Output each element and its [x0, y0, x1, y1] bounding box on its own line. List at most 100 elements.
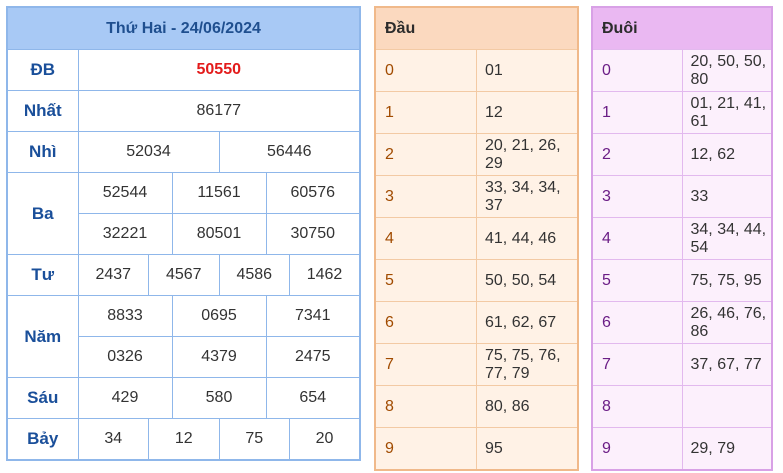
dau-row: 2 20, 21, 26, 29: [374, 133, 579, 176]
prize-value: 429: [77, 377, 173, 419]
prize-value: 4586: [218, 254, 290, 296]
duoi-row: 6 26, 46, 76, 86: [591, 301, 773, 344]
dau-row: 3 33, 34, 34, 37: [374, 175, 579, 218]
prize-label-sau: Sáu: [6, 377, 79, 419]
prize-value: 0695: [171, 295, 267, 337]
prize-row-db: ĐB 50550: [6, 49, 361, 91]
dau-key: 5: [374, 259, 477, 302]
duoi-key: 4: [591, 217, 683, 260]
prize-value: 30750: [265, 213, 361, 255]
prize-label-nhi: Nhì: [6, 131, 79, 173]
prize-value: 4567: [148, 254, 220, 296]
dau-row: 9 95: [374, 427, 579, 471]
results-title: Thứ Hai - 24/06/2024: [6, 6, 361, 50]
prize-row-tu: Tư 2437 4567 4586 1462: [6, 254, 361, 296]
duoi-values: 34, 34, 44, 54: [681, 217, 773, 260]
prize-value: 32221: [77, 213, 173, 255]
dau-values: 41, 44, 46: [476, 217, 579, 260]
duoi-key: 9: [591, 427, 683, 471]
prize-value: 80501: [171, 213, 267, 255]
duoi-row: 2 12, 62: [591, 133, 773, 176]
dau-values: 80, 86: [476, 385, 579, 428]
prize-label-tu: Tư: [6, 254, 79, 296]
prize-row-nam: Năm 8833 0695 7341: [6, 295, 361, 378]
duoi-values: 33: [681, 175, 773, 218]
duoi-values: 12, 62: [681, 133, 773, 176]
prize-row-sau: Sáu 429 580 654: [6, 377, 361, 419]
dau-table: Đầu 0 01 1 12 2 20, 21, 26, 29 3 33, 34, 34,…: [374, 6, 579, 471]
prize-value: 7341: [265, 295, 361, 337]
duoi-row: 5 75, 75, 95: [591, 259, 773, 302]
dau-row: 5 50, 50, 54: [374, 259, 579, 302]
prize-value: 11561: [171, 172, 267, 214]
dau-row: 0 01: [374, 49, 579, 92]
prize-value: 50550: [77, 49, 361, 91]
duoi-values: [681, 385, 773, 428]
results-table: Thứ Hai - 24/06/2024 ĐB 50550 Nhất 86177…: [6, 6, 361, 461]
prize-value: 20: [289, 418, 361, 460]
prize-value: 1462: [289, 254, 361, 296]
duoi-key: 6: [591, 301, 683, 344]
dau-row: 6 61, 62, 67: [374, 301, 579, 344]
prize-value: 52544: [77, 172, 173, 214]
dau-key: 0: [374, 49, 477, 92]
prize-value: 2475: [265, 336, 361, 378]
duoi-key: 1: [591, 91, 683, 134]
prize-value: 34: [77, 418, 149, 460]
prize-label-db: ĐB: [6, 49, 79, 91]
prize-value: 60576: [265, 172, 361, 214]
duoi-header: Đuôi: [591, 6, 773, 50]
dau-values: 75, 75, 76, 77, 79: [476, 343, 579, 386]
prize-label-nhat: Nhất: [6, 90, 79, 132]
prize-value: 654: [265, 377, 361, 419]
prize-value: 4379: [171, 336, 267, 378]
dau-header: Đầu: [374, 6, 579, 50]
dau-values: 12: [476, 91, 579, 134]
prize-value: 86177: [77, 90, 361, 132]
prize-value: 75: [218, 418, 290, 460]
duoi-row: 8: [591, 385, 773, 428]
duoi-row: 7 37, 67, 77: [591, 343, 773, 386]
prize-row-bay: Bảy 34 12 75 20: [6, 418, 361, 460]
prize-value: 8833: [77, 295, 173, 337]
dau-row: 8 80, 86: [374, 385, 579, 428]
prize-row-nhi: Nhì 52034 56446: [6, 131, 361, 173]
prize-value: 580: [171, 377, 267, 419]
dau-key: 8: [374, 385, 477, 428]
dau-key: 1: [374, 91, 477, 134]
dau-row: 4 41, 44, 46: [374, 217, 579, 260]
duoi-values: 29, 79: [681, 427, 773, 471]
duoi-key: 3: [591, 175, 683, 218]
prize-label-nam: Năm: [6, 295, 79, 378]
duoi-row: 0 20, 50, 50, 80: [591, 49, 773, 92]
dau-values: 01: [476, 49, 579, 92]
prize-label-ba: Ba: [6, 172, 79, 255]
duoi-key: 8: [591, 385, 683, 428]
prize-value: 12: [148, 418, 220, 460]
duoi-key: 0: [591, 49, 683, 92]
duoi-table: Đuôi 0 20, 50, 50, 80 1 01, 21, 41, 61 2 12…: [591, 6, 773, 471]
prize-value: 52034: [77, 131, 220, 173]
dau-values: 20, 21, 26, 29: [476, 133, 579, 176]
dau-key: 4: [374, 217, 477, 260]
prize-row-nhat: Nhất 86177: [6, 90, 361, 132]
duoi-row: 1 01, 21, 41, 61: [591, 91, 773, 134]
duoi-key: 5: [591, 259, 683, 302]
duoi-row: 4 34, 34, 44, 54: [591, 217, 773, 260]
duoi-key: 7: [591, 343, 683, 386]
duoi-values: 75, 75, 95: [681, 259, 773, 302]
dau-values: 50, 50, 54: [476, 259, 579, 302]
duoi-values: 20, 50, 50, 80: [681, 49, 773, 92]
dau-key: 2: [374, 133, 477, 176]
dau-key: 9: [374, 427, 477, 471]
dau-key: 6: [374, 301, 477, 344]
prize-value: 0326: [77, 336, 173, 378]
dau-row: 1 12: [374, 91, 579, 134]
dau-values: 33, 34, 34, 37: [476, 175, 579, 218]
duoi-values: 37, 67, 77: [681, 343, 773, 386]
prize-row-ba: Ba 52544 11561 60576: [6, 172, 361, 255]
duoi-values: 01, 21, 41, 61: [681, 91, 773, 134]
prize-value: 2437: [77, 254, 149, 296]
dau-key: 3: [374, 175, 477, 218]
dau-values: 61, 62, 67: [476, 301, 579, 344]
